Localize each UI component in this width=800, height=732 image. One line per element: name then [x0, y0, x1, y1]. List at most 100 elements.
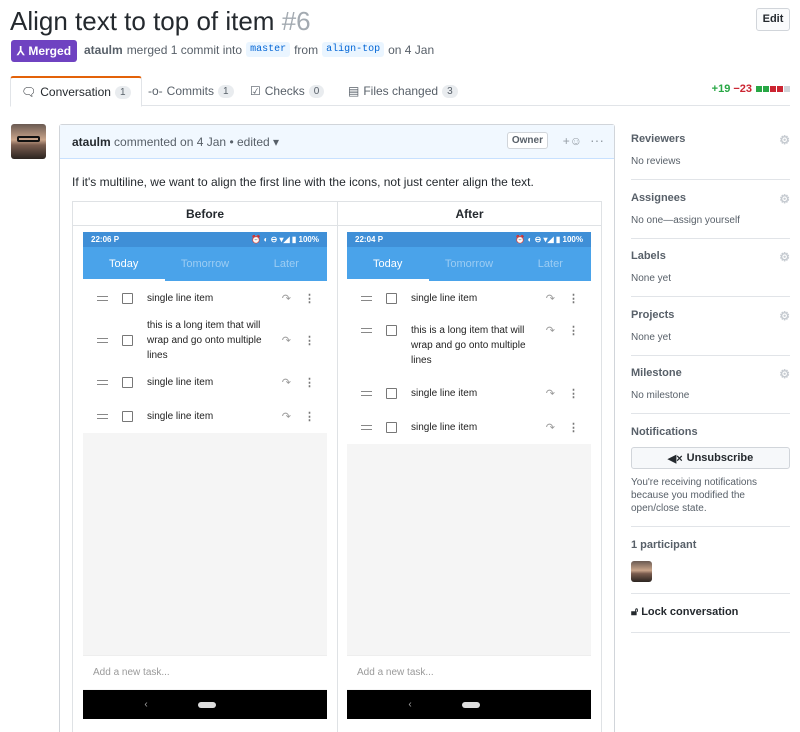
phone-list: single line item ↷ ⋮ this is a long item… [83, 281, 327, 433]
more-icon: ⋮ [568, 292, 579, 305]
phone-tab-bar: Today Tomorrow Later [347, 247, 591, 281]
assignees-value[interactable]: No one—assign yourself [631, 215, 790, 226]
participant-avatar[interactable] [631, 561, 652, 582]
merge-icon: ⅄ [17, 44, 25, 58]
phone-status-bar: 22:06 P ⏰ ◐ ⊖ ▾◢ ▮ 100% [83, 232, 327, 247]
add-reaction-icon[interactable]: +☺ [563, 134, 582, 148]
list-item: single line item ↷ ⋮ [347, 376, 591, 410]
phone-tab-bar: Today Tomorrow Later [83, 247, 327, 281]
more-icon: ⋮ [568, 421, 579, 434]
comparison-table: Before After 22:06 P ⏰ ◐ ⊖ ▾◢ ▮ 100% Tod… [72, 201, 602, 732]
conversation-icon: 🗨 [21, 85, 37, 99]
sidebar-labels: Labels ⚙ None yet [631, 250, 790, 297]
phone-tab-later: Later [273, 258, 299, 270]
checkbox-icon [122, 292, 133, 304]
unsubscribe-button[interactable]: ◀× Unsubscribe [631, 447, 790, 469]
snooze-icon: ↷ [281, 410, 291, 423]
more-icon: ⋮ [568, 387, 579, 400]
head-branch[interactable]: align-top [322, 42, 385, 57]
tab-conversation[interactable]: 🗨 Conversation 1 [10, 76, 142, 107]
item-text: single line item [411, 387, 478, 399]
checks-icon: ☑ [250, 84, 261, 98]
tab-commits[interactable]: -o- Commits 1 [138, 76, 244, 106]
milestone-title: Milestone [631, 367, 682, 379]
phone-battery: 100% [562, 235, 583, 244]
item-text: single line item [411, 421, 478, 433]
tab-checks-count: 0 [308, 84, 325, 98]
phone-nav-bar: ‹ [347, 690, 591, 719]
item-text: this is a long item that will wrap and g… [147, 319, 262, 361]
tab-commits-count: 1 [218, 84, 234, 98]
projects-title: Projects [631, 309, 675, 321]
sidebar-milestone: Milestone ⚙ No milestone [631, 367, 790, 414]
item-text: single line item [147, 376, 214, 388]
list-item: single line item ↷ ⋮ [347, 410, 591, 444]
drag-handle-icon [97, 413, 108, 419]
item-text: single line item [411, 292, 478, 304]
drag-handle-icon [361, 295, 372, 301]
tab-commits-label: Commits [166, 84, 215, 98]
phone-tab-later: Later [537, 258, 563, 270]
table-header-after: After [338, 202, 601, 226]
back-icon: ‹ [408, 699, 412, 710]
phone-time: 22:04 [355, 235, 376, 244]
snooze-icon: ↷ [545, 387, 555, 400]
merged-text: merged 1 commit into [126, 42, 243, 57]
author-link[interactable]: ataulm [84, 43, 123, 57]
gear-icon[interactable]: ⚙ [779, 133, 790, 147]
gear-icon[interactable]: ⚙ [779, 309, 790, 323]
edit-button[interactable]: Edit [756, 8, 790, 31]
projects-value: None yet [631, 332, 672, 343]
parking-icon: P [113, 235, 120, 244]
phone-tab-today: Today [108, 258, 139, 270]
phone-nav-bar: ‹ [83, 690, 327, 719]
reviewers-title: Reviewers [631, 133, 686, 145]
home-icon [197, 701, 216, 708]
lock-conversation[interactable]: 🔓︎ Lock conversation [631, 606, 790, 619]
phone-screenshot-before: 22:06 P ⏰ ◐ ⊖ ▾◢ ▮ 100% Today Tomorrow L… [83, 232, 327, 719]
more-icon: ⋮ [304, 376, 315, 389]
phone-tab-today: Today [372, 258, 403, 270]
table-header-before: Before [73, 202, 337, 226]
notifications-title: Notifications [631, 426, 698, 438]
phone-screenshot-after: 22:04 P ⏰ ◐ ⊖ ▾◢ ▮ 100% Today Tomorrow L… [347, 232, 591, 719]
status-badge-label: Merged [28, 44, 72, 58]
file-diff-icon: ▤ [348, 84, 360, 98]
commit-icon: -o- [148, 84, 163, 98]
gear-icon[interactable]: ⚙ [779, 250, 790, 264]
checkbox-icon [122, 334, 133, 346]
phone-battery: 100% [298, 235, 319, 244]
snooze-icon: ↷ [545, 292, 555, 305]
edited-dropdown[interactable]: • edited ▾ [229, 135, 279, 149]
labels-title: Labels [631, 250, 666, 262]
checkbox-icon [386, 325, 397, 336]
add-task-field: Add a new task... [347, 655, 591, 689]
phone-time: 22:06 [91, 235, 112, 244]
more-icon: ⋮ [568, 325, 579, 337]
tab-files-changed[interactable]: ▤ Files changed 3 [338, 76, 468, 106]
comment-header: ataulm commented on 4 Jan • edited ▾ Own… [60, 125, 614, 159]
owner-badge: Owner [506, 132, 548, 149]
comment-options-icon[interactable]: ··· [590, 132, 604, 148]
comment-author[interactable]: ataulm [72, 135, 111, 149]
base-branch[interactable]: master [246, 42, 291, 57]
diff-additions: +19 [711, 83, 731, 95]
from-text: from [294, 42, 319, 57]
sidebar-participants: 1 participant [631, 539, 790, 594]
gear-icon[interactable]: ⚙ [779, 192, 790, 206]
pr-number: #6 [281, 6, 311, 36]
milestone-value: No milestone [631, 390, 690, 401]
labels-value: None yet [631, 273, 672, 284]
checkbox-icon [386, 292, 397, 304]
tab-files-changed-count: 3 [442, 84, 458, 98]
unsubscribe-label: Unsubscribe [686, 452, 754, 464]
comment-avatar[interactable] [11, 124, 46, 159]
checkbox-icon [122, 410, 133, 422]
tab-checks[interactable]: ☑ Checks 0 [240, 76, 334, 106]
item-text: single line item [147, 292, 214, 304]
notifications-text: You're receiving notifications because y… [631, 477, 758, 514]
gear-icon[interactable]: ⚙ [779, 367, 790, 381]
assignees-title: Assignees [631, 192, 687, 204]
checkbox-icon [122, 376, 133, 388]
participants-title: 1 participant [631, 539, 697, 551]
